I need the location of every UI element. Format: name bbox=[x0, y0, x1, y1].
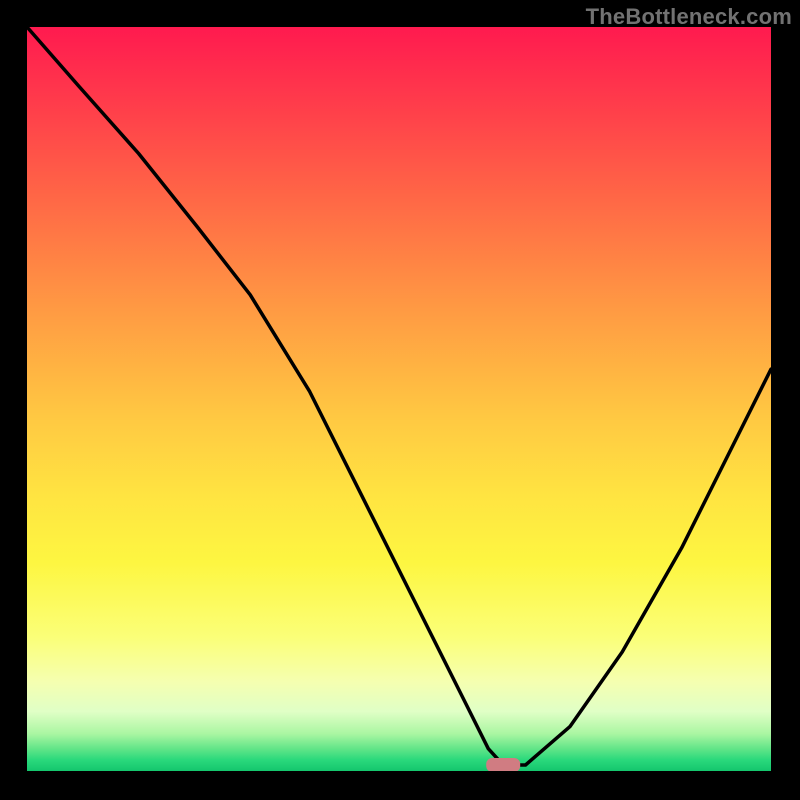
plot-area bbox=[27, 27, 771, 771]
watermark-text: TheBottleneck.com bbox=[586, 4, 792, 30]
bottleneck-curve bbox=[27, 27, 771, 771]
optimal-marker bbox=[486, 758, 520, 771]
